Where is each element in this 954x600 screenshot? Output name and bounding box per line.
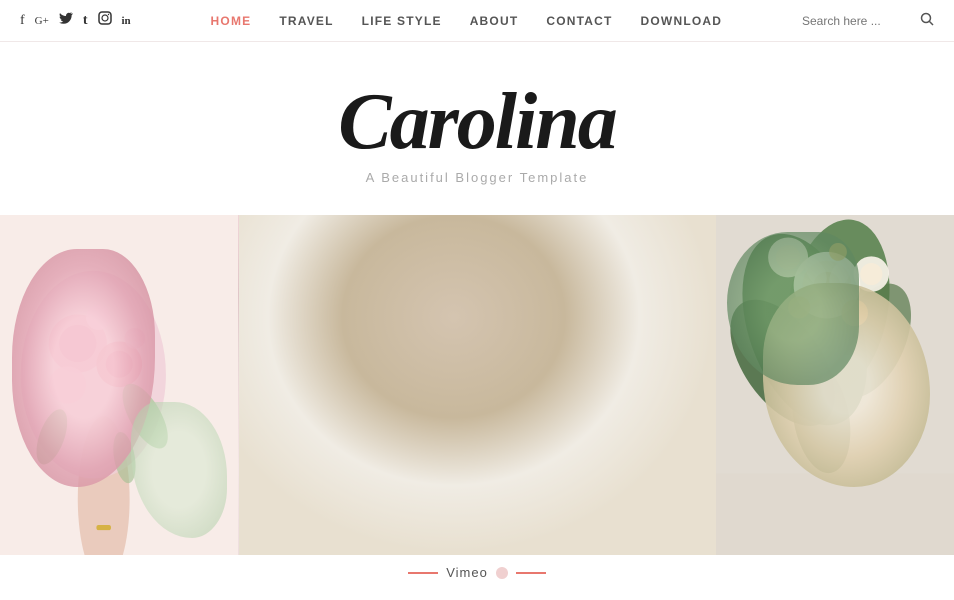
brand-subtitle: A Beautiful Blogger Template <box>20 170 934 185</box>
main-nav: HOME TRAVEL LIFE STYLE ABOUT CONTACT DOW… <box>211 12 723 30</box>
footer-line-right <box>516 572 546 574</box>
nav-item-contact[interactable]: CONTACT <box>546 12 612 30</box>
nav-item-travel[interactable]: TRAVEL <box>279 12 333 30</box>
footer-line-left <box>408 572 438 574</box>
floral-image <box>716 215 954 555</box>
brand-title: Carolina <box>20 82 934 162</box>
footer-vimeo-label: Vimeo <box>446 565 488 580</box>
instagram-icon[interactable] <box>98 11 112 30</box>
site-header: f G+ t in HOME TRAVEL LIFE STYLE ABOUT C… <box>0 0 954 42</box>
search-button[interactable] <box>920 12 934 29</box>
svg-text:FEVRIER 2016: FEVRIER 2016 <box>420 407 487 421</box>
footer-label-left: Vimeo <box>408 565 546 580</box>
gallery-item-floral <box>716 215 954 555</box>
google-plus-icon[interactable]: G+ <box>35 15 49 27</box>
search-area <box>802 12 934 29</box>
gallery-item-coffee: FEVRIER 2016 <box>239 215 716 555</box>
linkedin-icon[interactable]: in <box>122 15 131 27</box>
brand-section: Carolina A Beautiful Blogger Template <box>0 42 954 215</box>
twitter-icon[interactable] <box>59 12 73 29</box>
nav-item-lifestyle[interactable]: LIFE STYLE <box>362 12 442 30</box>
gallery-section: FEVRIER 2016 <box>0 215 954 555</box>
nav-item-download[interactable]: DOWNLOAD <box>641 12 723 30</box>
facebook-icon[interactable]: f <box>20 13 25 29</box>
social-icons-group: f G+ t in <box>20 11 131 30</box>
tumblr-icon[interactable]: t <box>83 13 88 29</box>
nav-item-about[interactable]: ABOUT <box>470 12 519 30</box>
gallery-item-flowers <box>0 215 239 555</box>
footer-bar: Vimeo <box>0 555 954 590</box>
search-input[interactable] <box>802 14 912 28</box>
coffee-image: FEVRIER 2016 <box>239 215 716 555</box>
footer-circle <box>496 567 508 579</box>
nav-item-home[interactable]: HOME <box>211 12 252 30</box>
flowers-image <box>0 215 239 555</box>
